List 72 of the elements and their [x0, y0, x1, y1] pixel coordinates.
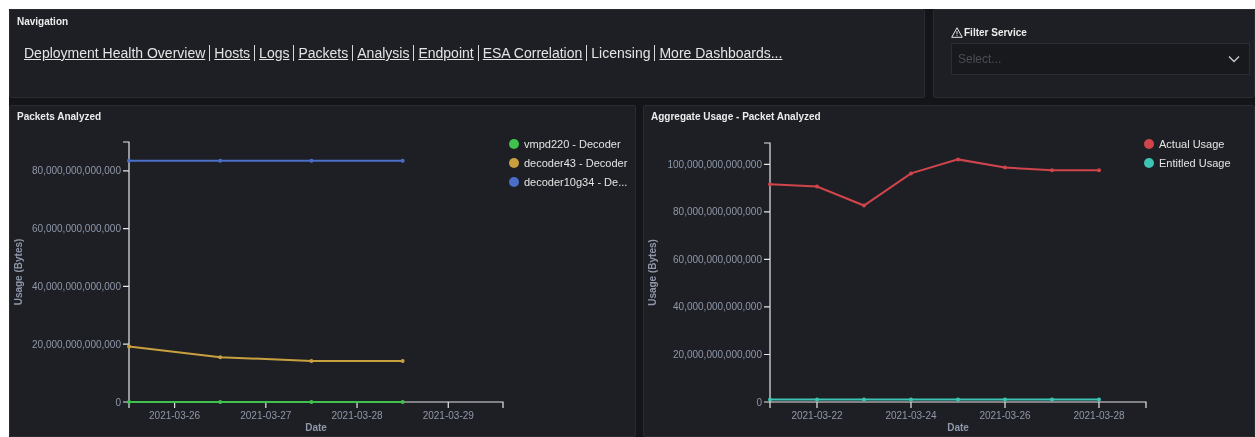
- legend-label: decoder43 - Decoder: [524, 157, 628, 169]
- x-tick-label: 2021-03-29: [422, 410, 474, 421]
- y-tick-label: 40,000,000,000,000: [32, 280, 121, 292]
- data-point: [309, 400, 314, 404]
- nav-link[interactable]: More Dashboards...: [659, 45, 783, 61]
- data-point: [309, 158, 314, 163]
- y-tick-label: 40,000,000,000,000: [673, 301, 762, 313]
- y-tick-label: 60,000,000,000,000: [673, 253, 762, 265]
- data-point: [909, 171, 913, 176]
- y-tick-label: 20,000,000,000,000: [32, 338, 121, 350]
- data-point: [127, 400, 131, 404]
- data-point: [956, 397, 960, 402]
- x-tick-label: 2021-03-22: [791, 410, 843, 421]
- data-point: [862, 397, 866, 402]
- y-tick-label: 60,000,000,000,000: [32, 223, 121, 235]
- nav-link[interactable]: ESA Correlation: [482, 45, 583, 61]
- panel-title: Navigation: [17, 16, 70, 27]
- data-point: [1003, 397, 1007, 402]
- y-tick-label: 0: [115, 396, 121, 408]
- data-point: [400, 400, 405, 404]
- y-tick-label: 20,000,000,000,000: [673, 349, 762, 360]
- x-tick-label: 2021-03-28: [1073, 410, 1125, 421]
- nav-link[interactable]: Hosts: [214, 45, 251, 61]
- filter-title: Filter Service: [964, 27, 1027, 38]
- y-tick-label: 80,000,000,000,000: [673, 206, 762, 218]
- x-axis-title: Date: [305, 422, 327, 433]
- x-tick-label: 2021-03-28: [331, 410, 383, 421]
- nav-link[interactable]: Logs: [259, 45, 290, 61]
- x-tick-label: 2021-03-26: [979, 410, 1031, 421]
- data-point: [909, 397, 913, 402]
- data-point: [400, 158, 405, 163]
- data-point: [309, 359, 314, 363]
- data-point: [1003, 165, 1007, 170]
- legend-label: Entitled Usage: [1159, 157, 1231, 169]
- data-point: [400, 359, 405, 363]
- data-point: [956, 157, 960, 162]
- data-point: [768, 182, 772, 187]
- data-point: [127, 344, 131, 349]
- chevron-down-icon: [1228, 55, 1240, 63]
- warning-icon: [951, 27, 963, 38]
- chart-title: Packets Analyzed: [16, 110, 103, 124]
- legend-label: vmpd220 - Decoder: [524, 138, 621, 150]
- legend-label: Actual Usage: [1159, 138, 1225, 150]
- data-point: [1050, 397, 1054, 402]
- nav-link[interactable]: Packets: [298, 45, 349, 61]
- x-tick-label: 2021-03-27: [240, 410, 292, 421]
- y-tick-label: 80,000,000,000,000: [32, 165, 121, 177]
- service-select[interactable]: Select...: [951, 43, 1250, 75]
- data-point: [768, 397, 772, 402]
- x-axis-title: Date: [947, 422, 969, 433]
- data-point: [1050, 168, 1054, 173]
- y-axis-title: Usage (Bytes): [13, 238, 24, 306]
- y-axis-title: Usage (Bytes): [647, 239, 658, 306]
- nav-link[interactable]: Analysis: [357, 45, 410, 61]
- x-tick-label: 2021-03-26: [149, 410, 201, 421]
- x-tick-label: 2021-03-24: [885, 410, 937, 421]
- data-point: [862, 203, 866, 208]
- data-point: [218, 400, 223, 404]
- y-tick-label: 0: [756, 396, 762, 408]
- chart-title: Aggregate Usage - Packet Analyzed: [650, 110, 822, 124]
- y-tick-label: 100,000,000,000,000: [667, 158, 762, 170]
- nav-link[interactable]: Deployment Health Overview: [24, 45, 206, 61]
- data-point: [218, 158, 223, 163]
- data-point: [815, 184, 819, 189]
- data-point: [127, 158, 131, 163]
- data-point: [1097, 397, 1101, 402]
- data-point: [1097, 168, 1101, 173]
- data-point: [815, 397, 819, 402]
- data-point: [218, 355, 223, 360]
- legend-label: decoder10g34 - De...: [524, 176, 628, 188]
- nav-current-page: Licensing: [591, 45, 651, 61]
- nav-link[interactable]: Endpoint: [418, 45, 474, 61]
